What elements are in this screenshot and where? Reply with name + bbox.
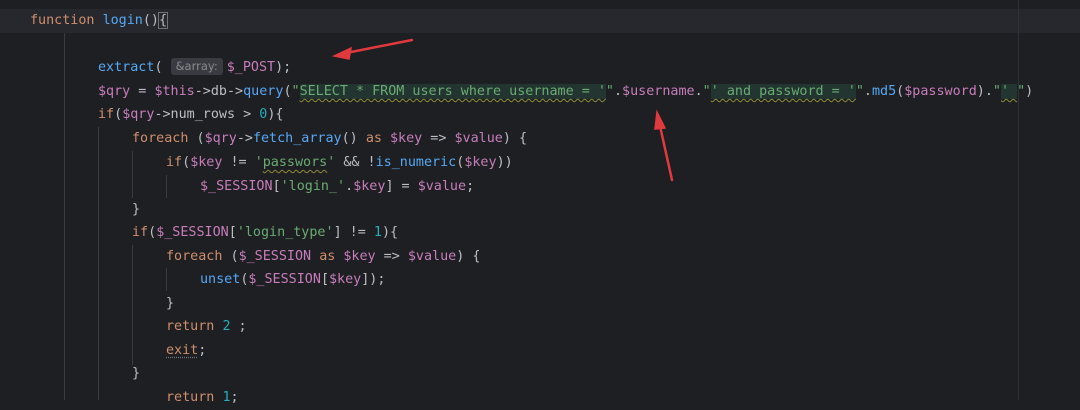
annotation-arrows (331, 38, 674, 182)
red-arrow-annotation-top (331, 38, 414, 60)
code-editor[interactable]: function login(){extract( &array: $_POST)… (0, 0, 1080, 405)
red-arrow-annotation-right (654, 109, 674, 182)
